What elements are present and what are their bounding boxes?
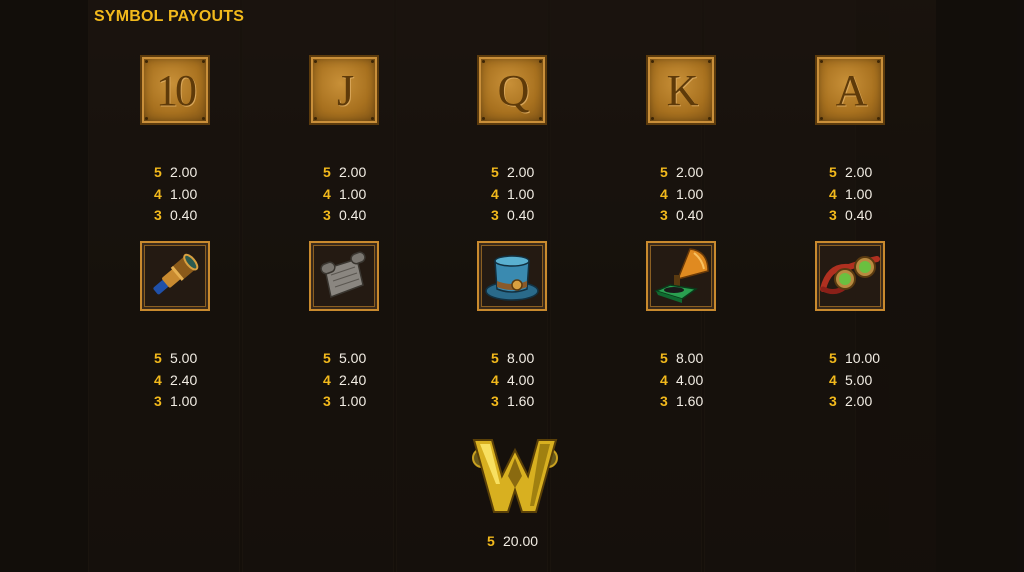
payout-row: 3 0.40 (829, 207, 873, 223)
card-q-icon: Q (477, 55, 547, 125)
payout-row: 5 20.00 (487, 533, 539, 549)
payout-list: 5 5.00 4 2.40 3 1.00 (154, 348, 197, 413)
payout-list: 5 2.00 4 1.00 3 0.40 (829, 162, 872, 227)
goggles-icon (815, 241, 885, 311)
payout-row: 3 0.40 (154, 207, 198, 223)
card-label: Q (497, 65, 530, 115)
payout-row: 4 2.40 (154, 371, 198, 388)
payout-row: 4 1.00 (323, 185, 367, 202)
payout-row: 3 2.00 (829, 393, 873, 409)
wild-w-icon (472, 439, 558, 513)
payout-row: 5 2.00 (660, 164, 704, 180)
scroll-icon (309, 241, 379, 311)
payout-row: 4 1.00 (660, 185, 704, 202)
top-hat-icon (477, 241, 547, 311)
card-label: J (336, 65, 354, 115)
payout-row: 5 2.00 (829, 164, 873, 180)
symbol-wild (470, 436, 560, 516)
payout-row: 3 1.60 (491, 393, 535, 409)
payout-row: 4 1.00 (829, 185, 873, 202)
gramophone-icon (646, 241, 716, 311)
payout-row: 3 0.40 (323, 207, 367, 223)
card-label: K (666, 65, 699, 115)
payout-list: 5 2.00 4 1.00 3 0.40 (154, 162, 197, 227)
payout-row: 5 2.00 (154, 164, 198, 180)
payout-row: 5 2.00 (491, 164, 535, 180)
telescope-icon (140, 241, 210, 311)
payout-list: 5 2.00 4 1.00 3 0.40 (660, 162, 703, 227)
payout-row: 5 8.00 (660, 350, 704, 366)
payout-list: 5 10.00 4 5.00 3 2.00 (829, 348, 880, 413)
payout-row: 3 1.60 (660, 393, 704, 409)
payout-row: 3 0.40 (491, 207, 535, 223)
payout-row: 5 10.00 (829, 350, 881, 366)
card-10-icon: 10 (140, 55, 210, 125)
payout-list: 5 8.00 4 4.00 3 1.60 (660, 348, 703, 413)
payout-row: 5 5.00 (323, 350, 367, 366)
payout-row: 5 5.00 (154, 350, 198, 366)
payout-row: 5 2.00 (323, 164, 367, 180)
payout-row: 4 2.40 (323, 371, 367, 388)
payout-row: 4 4.00 (491, 371, 535, 388)
card-label: 10 (156, 65, 197, 115)
payout-row: 3 1.00 (154, 393, 198, 409)
payout-list: 5 2.00 4 1.00 3 0.40 (323, 162, 366, 227)
card-k-icon: K (646, 55, 716, 125)
payout-row: 3 1.00 (323, 393, 367, 409)
wild-payout-list: 5 20.00 (487, 531, 538, 553)
payout-row: 3 0.40 (660, 207, 704, 223)
payout-row: 4 1.00 (491, 185, 535, 202)
payout-list: 5 8.00 4 4.00 3 1.60 (491, 348, 534, 413)
card-j-icon: J (309, 55, 379, 125)
card-a-icon: A (815, 55, 885, 125)
payout-row: 5 8.00 (491, 350, 535, 366)
card-label: A (835, 65, 868, 115)
payout-list: 5 5.00 4 2.40 3 1.00 (323, 348, 366, 413)
payout-row: 4 5.00 (829, 371, 873, 388)
payout-row: 4 4.00 (660, 371, 704, 388)
payout-row: 4 1.00 (154, 185, 198, 202)
payout-list: 5 2.00 4 1.00 3 0.40 (491, 162, 534, 227)
page-title: SYMBOL PAYOUTS (94, 8, 245, 25)
